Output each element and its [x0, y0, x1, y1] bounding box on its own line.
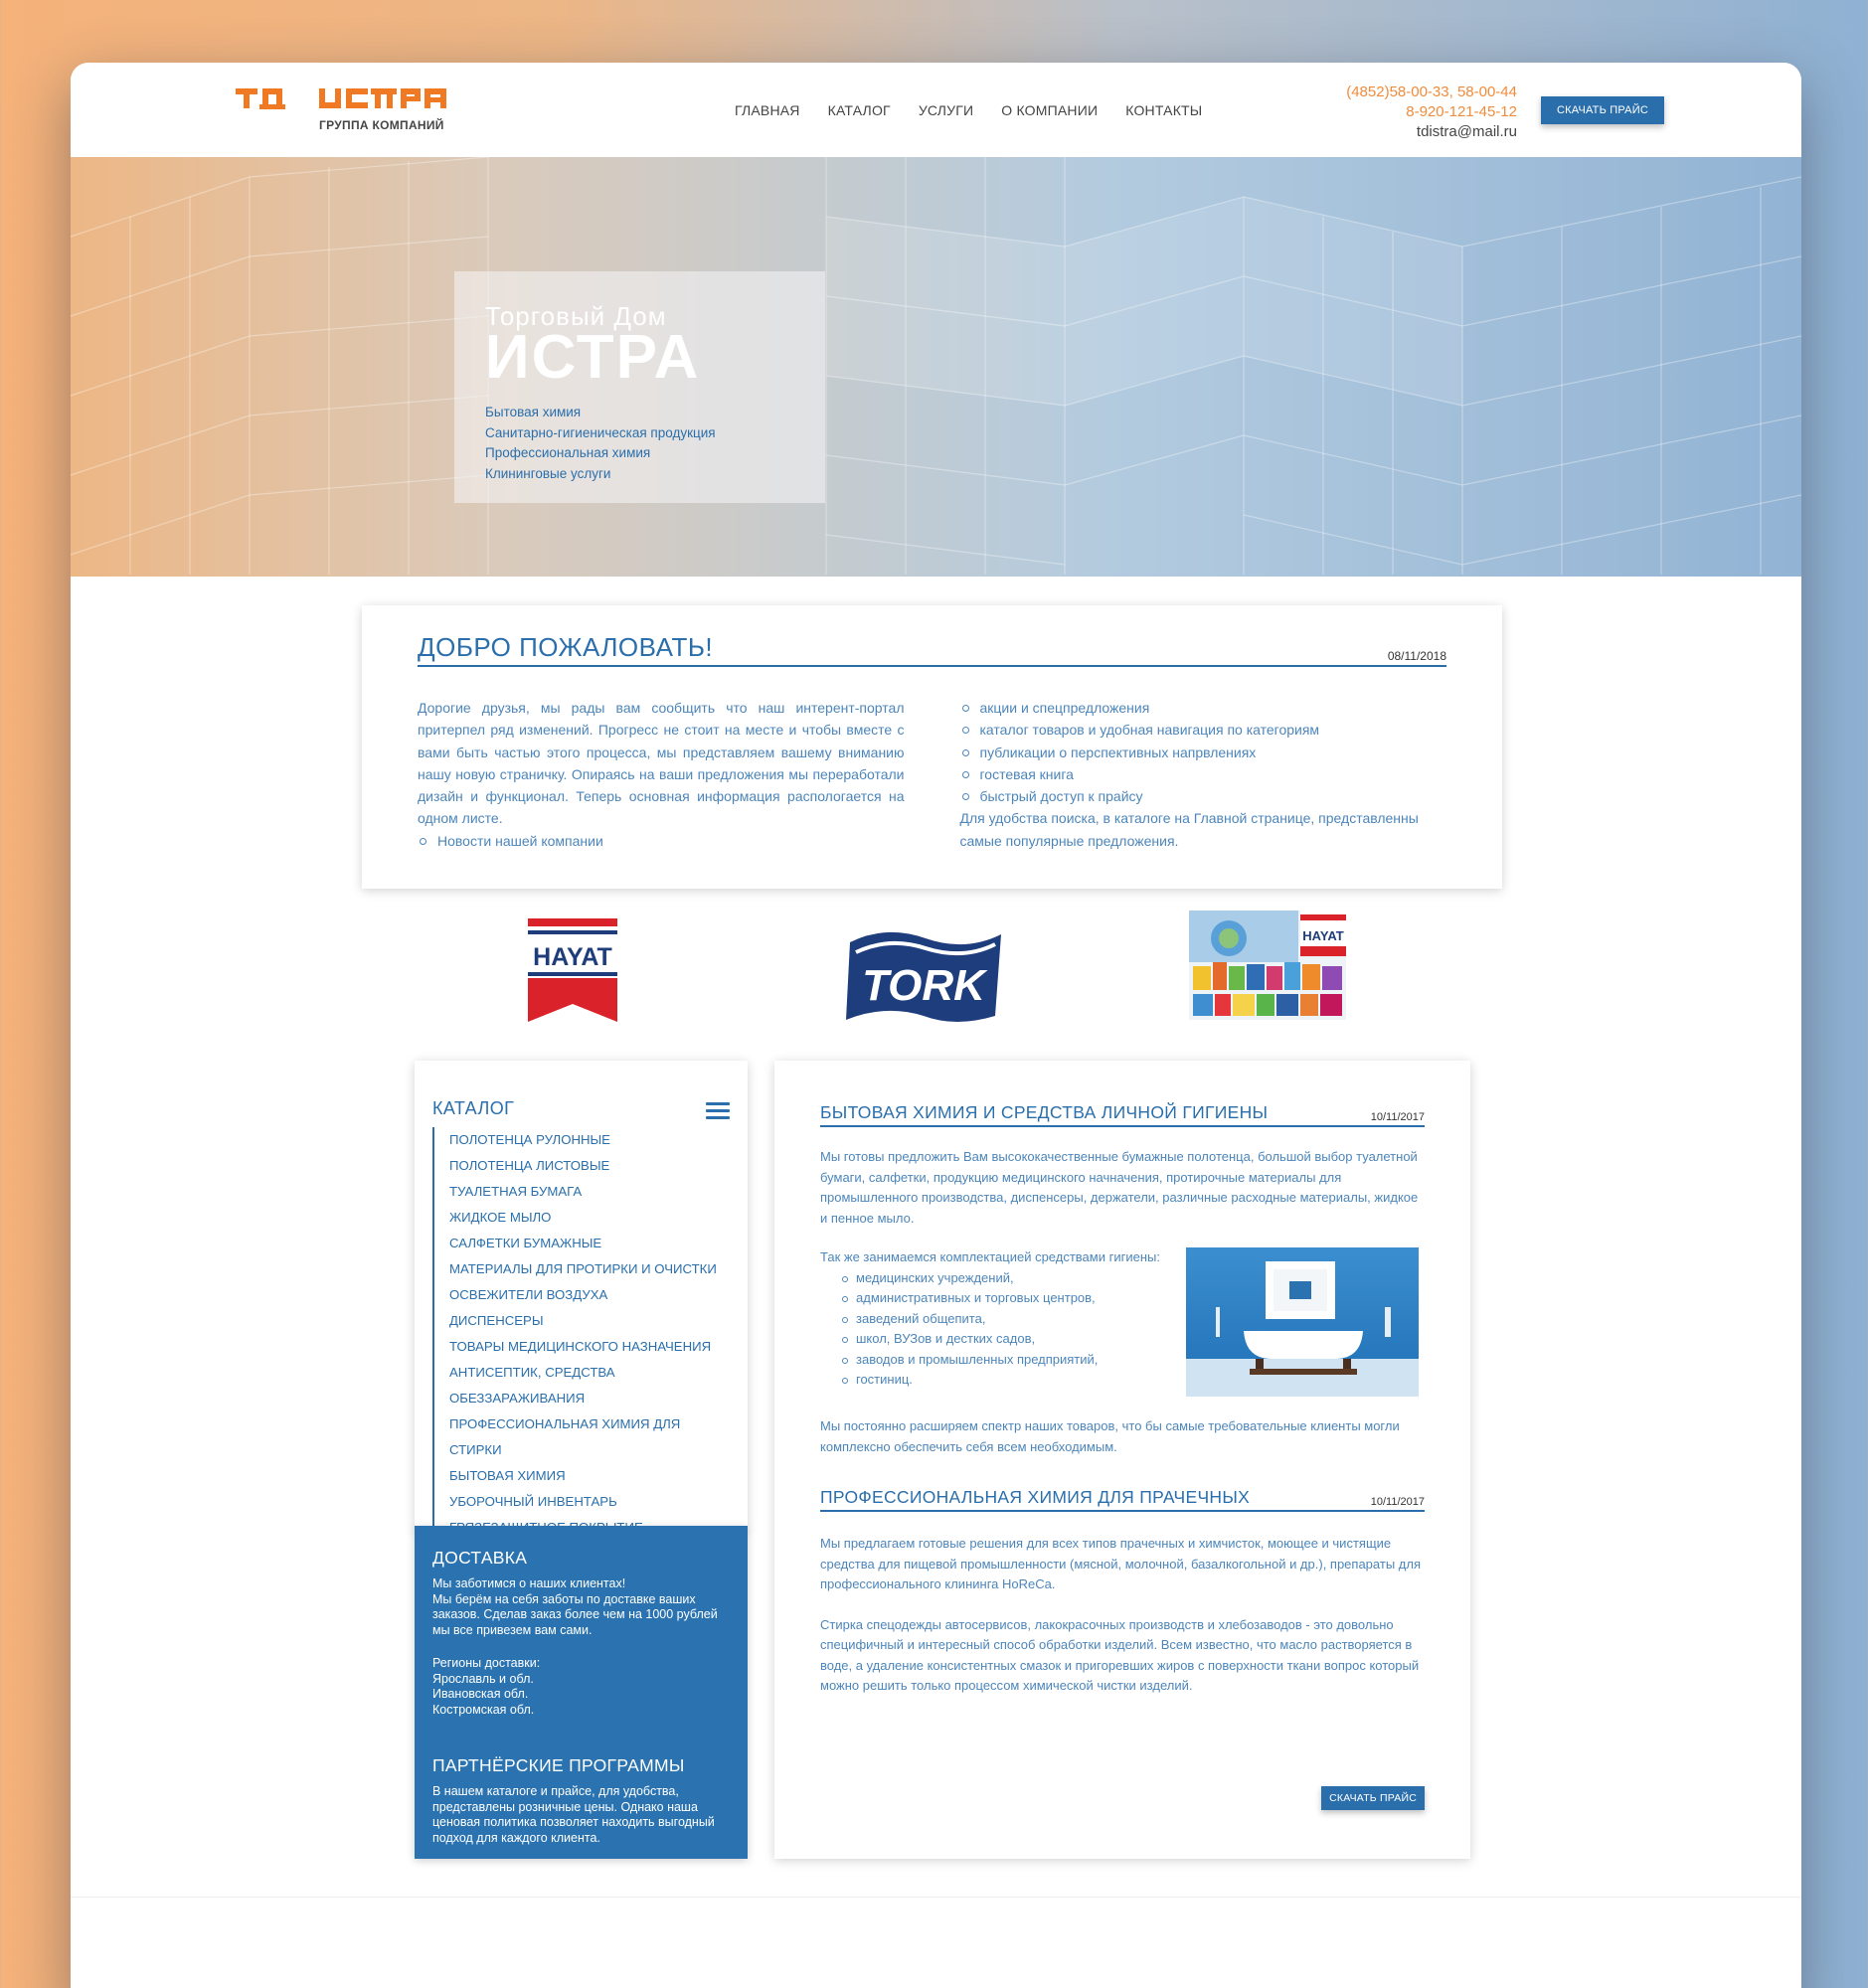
- download-price-button-bottom[interactable]: СКАЧАТЬ ПРАЙС: [1321, 1786, 1425, 1810]
- delivery-regions-title: Регионы доставки:: [432, 1656, 541, 1670]
- partners-title: ПАРТНЁРСКИЕ ПРОГРАММЫ: [432, 1755, 685, 1775]
- glass-facade-pattern: [71, 157, 1801, 575]
- welcome-list-item: быстрый доступ к прайсу: [960, 785, 1447, 807]
- phone-line-2[interactable]: 8-920-121-45-12: [1346, 102, 1517, 122]
- article-1-paragraph: Мы готовы предложить Вам высококачествен…: [820, 1149, 1419, 1226]
- welcome-right-text: Для удобства поиска, в каталоге на Главн…: [959, 810, 1419, 849]
- hero-list: Бытовая химия Санитарно-гигиеническая пр…: [485, 403, 794, 484]
- delivery-text-1: Мы заботимся о наших клиентах!: [432, 1576, 626, 1590]
- article-1-list-item: административных и торговых центров,: [840, 1288, 1170, 1309]
- article-1-title[interactable]: БЫТОВАЯ ХИМИЯ И СРЕДСТВА ЛИЧНОЙ ГИГИЕНЫ: [820, 1102, 1268, 1123]
- hero-list-item[interactable]: Бытовая химия: [485, 403, 794, 423]
- email-link[interactable]: tdistra@mail.ru: [1346, 122, 1517, 142]
- catalog-item[interactable]: ОСВЕЖИТЕЛИ ВОЗДУХА: [449, 1282, 730, 1308]
- article-2-header: ПРОФЕССИОНАЛЬНАЯ ХИМИЯ ДЛЯ ПРАЧЕЧНЫХ 10/…: [820, 1487, 1425, 1512]
- article-2-title[interactable]: ПРОФЕССИОНАЛЬНАЯ ХИМИЯ ДЛЯ ПРАЧЕЧНЫХ: [820, 1487, 1250, 1508]
- nav-catalog[interactable]: КАТАЛОГ: [828, 102, 891, 118]
- welcome-date: 08/11/2018: [1387, 649, 1446, 663]
- hayat-products-image[interactable]: HAYAT: [1189, 911, 1346, 1020]
- catalog-item[interactable]: УБОРОЧНЫЙ ИНВЕНТАРЬ: [449, 1489, 730, 1515]
- delivery-partners-box: ДОСТАВКА Мы заботимся о наших клиентах! …: [415, 1526, 748, 1859]
- article-1-list-item: школ, ВУЗов и дестких садов,: [840, 1329, 1170, 1350]
- article-2-paragraph: Мы предлагаем готовые решения для всех т…: [820, 1536, 1421, 1591]
- welcome-title: ДОБРО ПОЖАЛОВАТЬ!: [418, 632, 714, 662]
- welcome-right-column: акции и спецпредложения каталог товаров …: [960, 697, 1447, 852]
- welcome-list-item: публикации о перспективных напрвлениях: [960, 742, 1447, 763]
- bathroom-image: [1186, 1247, 1419, 1397]
- catalog-item[interactable]: ЖИДКОЕ МЫЛО: [449, 1205, 730, 1231]
- catalog-item[interactable]: АНТИСЕПТИК, СРЕДСТВА ОБЕЗЗАРАЖИВАНИЯ: [449, 1360, 730, 1411]
- page-frame: ГРУППА КОМПАНИЙ ГЛАВНАЯ КАТАЛОГ УСЛУГИ О…: [71, 63, 1801, 1988]
- nav-services[interactable]: УСЛУГИ: [919, 102, 973, 118]
- brand-logos: HAYAT TORK HAYAT: [71, 911, 1801, 1026]
- catalog-item[interactable]: ПОЛОТЕНЦА ЛИСТОВЫЕ: [449, 1153, 730, 1179]
- company-logo[interactable]: ГРУППА КОМПАНИЙ: [236, 84, 464, 138]
- phone-line-1[interactable]: (4852)58-00-33, 58-00-44: [1346, 83, 1517, 102]
- tork-logo[interactable]: TORK: [846, 931, 1001, 1022]
- nav-home[interactable]: ГЛАВНАЯ: [735, 102, 800, 118]
- tork-logo-text: TORK: [862, 961, 988, 1010]
- hero-list-item[interactable]: Санитарно-гигиеническая продукция: [485, 423, 794, 444]
- article-1-paragraph: Так же занимаемся комплектацией средства…: [820, 1249, 1160, 1264]
- catalog-item[interactable]: ТОВАРЫ МЕДИЦИНСКОГО НАЗНАЧЕНИЯ: [449, 1334, 730, 1360]
- catalog-item[interactable]: ПРОФЕССИОНАЛЬНАЯ ХИМИЯ ДЛЯ СТИРКИ: [449, 1411, 730, 1463]
- article-2-date: 10/11/2017: [1370, 1496, 1425, 1508]
- welcome-list-item: гостевая книга: [960, 763, 1447, 785]
- hayat-logo[interactable]: HAYAT: [528, 918, 617, 1022]
- nav-about[interactable]: О КОМПАНИИ: [1001, 102, 1098, 118]
- delivery-region: Ярославль и обл.: [432, 1671, 534, 1686]
- nav-contacts[interactable]: КОНТАКТЫ: [1125, 102, 1202, 118]
- hayat-small-text: HAYAT: [1302, 928, 1343, 943]
- article-1-list-item: медицинских учреждений,: [840, 1268, 1170, 1289]
- hero-banner: Торговый Дом ИСТРА Бытовая химия Санитар…: [71, 157, 1801, 577]
- hayat-logo-text: HAYAT: [533, 943, 612, 971]
- brand-logos-svg: HAYAT TORK HAYAT: [528, 911, 1346, 1022]
- welcome-section: ДОБРО ПОЖАЛОВАТЬ! 08/11/2018 Дорогие дру…: [362, 605, 1502, 889]
- hero-title-big: ИСТРА: [485, 323, 701, 392]
- logo-mark: [236, 88, 446, 109]
- articles-section: БЫТОВАЯ ХИМИЯ И СРЕДСТВА ЛИЧНОЙ ГИГИЕНЫ …: [774, 1061, 1470, 1859]
- delivery-text-2: Мы берём на себя заботы по доставке ваши…: [432, 1591, 718, 1637]
- catalog-item[interactable]: ТУАЛЕТНАЯ БУМАГА: [449, 1179, 730, 1205]
- welcome-list-item: каталог товаров и удобная навигация по к…: [960, 719, 1447, 741]
- article-1-list: медицинских учреждений, административных…: [820, 1268, 1170, 1391]
- article-1-list-item: гостиниц.: [840, 1370, 1170, 1391]
- catalog-item[interactable]: ДИСПЕНСЕРЫ: [449, 1308, 730, 1334]
- catalog-item[interactable]: САЛФЕТКИ БУМАЖНЫЕ: [449, 1231, 730, 1256]
- catalog-title: КАТАЛОГ: [432, 1098, 515, 1118]
- catalog-list: ПОЛОТЕНЦА РУЛОННЫЕ ПОЛОТЕНЦА ЛИСТОВЫЕ ТУ…: [432, 1127, 730, 1541]
- delivery-title: ДОСТАВКА: [432, 1548, 528, 1568]
- welcome-text: Дорогие друзья, мы рады вам сообщить что…: [418, 700, 905, 827]
- article-1-paragraph: Мы постоянно расширяем спектр наших това…: [820, 1418, 1400, 1454]
- hero-list-item[interactable]: Профессиональная химия: [485, 443, 794, 464]
- catalog-item[interactable]: БЫТОВАЯ ХИМИЯ: [449, 1463, 730, 1489]
- site-header: ГРУППА КОМПАНИЙ ГЛАВНАЯ КАТАЛОГ УСЛУГИ О…: [71, 63, 1801, 157]
- catalog-item[interactable]: МАТЕРИАЛЫ ДЛЯ ПРОТИРКИ И ОЧИСТКИ: [449, 1256, 730, 1282]
- hero-list-item[interactable]: Клининговые услуги: [485, 464, 794, 485]
- footer-divider: [71, 1897, 1801, 1898]
- partners-text: В нашем каталоге и прайсе, для удобства,…: [432, 1784, 715, 1845]
- main-nav: ГЛАВНАЯ КАТАЛОГ УСЛУГИ О КОМПАНИИ КОНТАК…: [735, 102, 1202, 118]
- welcome-left-column: Дорогие друзья, мы рады вам сообщить что…: [418, 697, 905, 852]
- header-contacts: (4852)58-00-33, 58-00-44 8-920-121-45-12…: [1346, 83, 1517, 142]
- download-price-button[interactable]: СКАЧАТЬ ПРАЙС: [1541, 96, 1664, 124]
- logo-subtitle: ГРУППА КОМПАНИЙ: [319, 118, 444, 132]
- welcome-list-item: Новости нашей компании: [418, 830, 905, 852]
- catalog-item[interactable]: ПОЛОТЕНЦА РУЛОННЫЕ: [449, 1127, 730, 1153]
- article-1-list-item: заводов и промышленных предприятий,: [840, 1350, 1170, 1371]
- welcome-header: ДОБРО ПОЖАЛОВАТЬ! 08/11/2018: [418, 632, 1446, 667]
- welcome-list-item: акции и спецпредложения: [960, 697, 1447, 719]
- catalog-sidebar: КАТАЛОГ ПОЛОТЕНЦА РУЛОННЫЕ ПОЛОТЕНЦА ЛИС…: [415, 1061, 748, 1541]
- delivery-region: Ивановская обл.: [432, 1687, 529, 1701]
- delivery-region: Костромская обл.: [432, 1702, 535, 1717]
- article-1-header: БЫТОВАЯ ХИМИЯ И СРЕДСТВА ЛИЧНОЙ ГИГИЕНЫ …: [820, 1102, 1425, 1127]
- hamburger-menu-icon[interactable]: [706, 1102, 730, 1123]
- article-1-date: 10/11/2017: [1370, 1111, 1425, 1123]
- article-2-paragraph: Стирка спецодежды автосервисов, лакокрас…: [820, 1616, 1420, 1694]
- hero-card: Торговый Дом ИСТРА Бытовая химия Санитар…: [454, 271, 825, 503]
- article-1-list-item: заведений общепита,: [840, 1309, 1170, 1330]
